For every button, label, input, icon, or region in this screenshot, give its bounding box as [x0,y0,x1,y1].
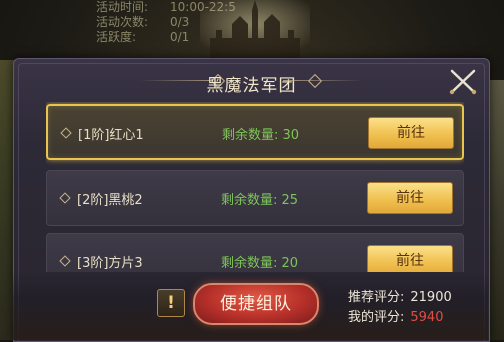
diamond-bullet-icon [59,192,71,204]
list-item[interactable]: [3阶]方片3 剩余数量: 20 前往 [46,233,464,272]
remain-count-text: 剩余数量: 30 [222,124,299,143]
event-info-label: 活跃度: [96,30,137,44]
my-score-label: 我的评分: [348,310,405,325]
event-info-label: 活动时间: [96,0,149,14]
remain-value: 25 [281,193,299,208]
remain-count-text: 剩余数量: 25 [221,189,298,208]
recommended-score: 推荐评分: 21900 [348,286,452,305]
crossed-swords-close-icon [449,69,477,95]
goto-button[interactable]: 前往 [367,245,453,272]
remain-label: 剩余数量: [221,256,278,271]
diamond-bullet-icon [60,127,72,139]
my-score-value: 5940 [410,310,444,325]
castle-silhouette-icon [200,0,310,60]
my-score: 我的评分: 5940 [348,306,443,325]
event-info-value: 0/3 [170,15,190,29]
list-item[interactable]: [2阶]黑桃2 剩余数量: 25 前往 [46,170,464,226]
goto-button[interactable]: 前往 [368,117,454,149]
list-item[interactable]: [1阶]红心1 剩余数量: 30 前往 [46,104,464,160]
legion-name: [1阶]红心1 [78,128,144,143]
remain-label: 剩余数量: [222,128,279,143]
title-divider-right [283,80,363,81]
remain-label: 剩余数量: [221,193,278,208]
event-info-label: 活动次数: [96,15,149,29]
remain-count-text: 剩余数量: 20 [221,252,298,271]
recommended-score-value: 21900 [410,290,452,305]
goto-button[interactable]: 前往 [367,182,453,214]
legion-name: [2阶]黑桃2 [77,193,143,208]
legion-list: [1阶]红心1 剩余数量: 30 前往 [2阶]黑桃2 剩余数量: 25 前往 … [46,102,464,272]
close-button[interactable] [447,65,479,97]
diamond-bullet-icon [59,255,71,267]
event-info-value: 0/1 [170,30,190,44]
recommended-score-label: 推荐评分: [348,290,405,305]
remain-value: 20 [281,256,299,271]
help-button[interactable]: ! [157,289,185,317]
quick-team-button[interactable]: 便捷组队 [193,283,319,325]
legion-name: [3阶]方片3 [77,256,143,271]
remain-value: 30 [282,128,300,143]
dialog-title: 黑魔法军团 [206,76,297,96]
